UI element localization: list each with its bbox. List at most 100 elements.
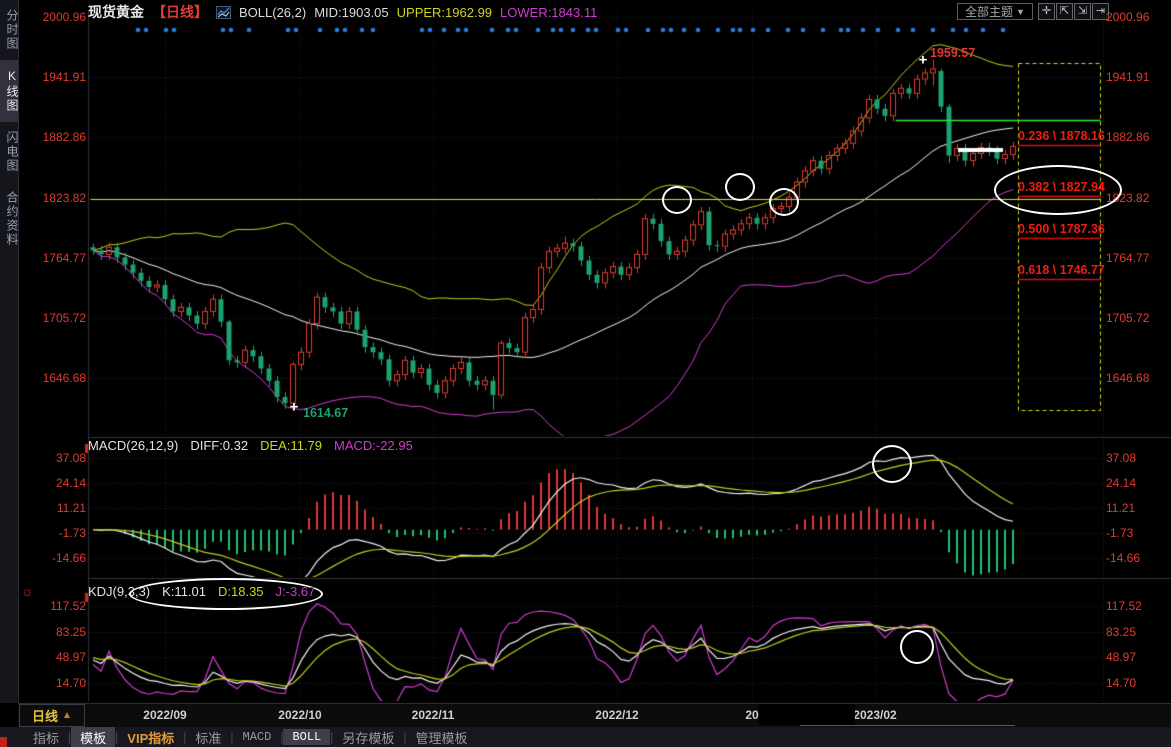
kdj-axis-label-right: 117.52 [1106,599,1162,613]
kdj-header: KDJ(9,3,3) K:11.01 D:18.35 J:-3.67 [88,584,315,599]
bottom-tab-1[interactable]: 指标 [24,727,68,747]
price-axis-label-left: 1823.82 [30,191,86,205]
kdj-axis-label-left: 83.25 [30,625,86,639]
corner-red-mark [0,737,7,747]
low-price-label: 1614.67 [303,406,348,420]
trading-app-window: { "window": {"theme_dropdown": "全部主题", "… [0,0,1171,747]
chart-header: 现货黄金 【日线】 BOLL(26,2) MID:1903.05 UPPER:1… [88,3,597,21]
compress-left-icon: ⇱ [1060,5,1069,17]
compress-right-button[interactable]: ⇲ [1074,3,1091,20]
macd-dea-value: DEA:11.79 [260,438,322,453]
low-marker-cross: + [290,399,299,416]
bottom-tab-4[interactable]: 标准 [186,727,230,747]
page-right-icon: ⇥ [1096,5,1105,17]
kdj-axis-label-left: 14.70 [30,676,86,690]
annotation-circle-5 [900,630,934,664]
axis-black-patch [759,704,855,725]
bottom-tab-2[interactable]: 模板 [71,727,115,747]
macd-label: MACD(26,12,9) [88,438,178,453]
macd-axis-label-left: 24.14 [30,476,86,490]
period-label: 【日线】 [152,2,208,22]
axis-underline [800,725,1015,726]
kdj-axis-label-right: 83.25 [1106,625,1162,639]
period-selector-label: 日线 [32,706,58,725]
symbol-name: 现货黄金 [88,2,144,22]
alert-sun-icon: ☼ [21,584,34,598]
kdj-axis-label-left: 48.97 [30,650,86,664]
period-up-arrow-icon: ▲ [62,710,72,721]
crosshair-tool-button[interactable]: ✛ [1038,3,1055,20]
kdj-axis-label-left: 117.52 [30,599,86,613]
price-axis-label-right: 2000.96 [1106,10,1162,24]
theme-dropdown[interactable]: 全部主题 ▼ [957,3,1033,20]
boll-upper-value: UPPER:1962.99 [397,5,492,20]
annotation-circle-3 [769,188,799,216]
kdj-axis-label-right: 48.97 [1106,650,1162,664]
chevron-down-icon: ▼ [1016,7,1025,17]
macd-axis-label-left: -1.73 [30,526,86,540]
period-selector[interactable]: 日线 ▲ [19,704,85,727]
kdj-axis-label-right: 14.70 [1106,676,1162,690]
x-axis-label: 2022/11 [412,708,455,722]
high-price-label: 1959.57 [930,46,975,60]
compress-right-icon: ⇲ [1078,5,1087,17]
price-axis-label-right: 1764.77 [1106,251,1162,265]
bottom-tab-5[interactable]: MACD [234,729,281,745]
price-axis-label-right: 1705.72 [1106,311,1162,325]
sidebar-item-1[interactable]: 分时图 [0,0,18,60]
annotation-circle-1 [662,186,692,214]
sidebar-item-4[interactable]: 合约资料 [0,182,18,256]
x-axis-label: 2022/12 [595,708,638,722]
price-axis-label-right: 1646.68 [1106,371,1162,385]
price-axis-label-left: 1705.72 [30,311,86,325]
kdj-d-value: D:18.35 [218,584,264,599]
macd-axis-label-left: 37.08 [30,451,86,465]
kdj-j-value: J:-3.67 [276,584,316,599]
price-axis-label-left: 1882.86 [30,130,86,144]
boll-mid-value: MID:1903.05 [314,5,388,20]
macd-axis-label-right: 37.08 [1106,451,1162,465]
macd-axis-label-right: 11.21 [1106,501,1162,515]
price-axis-label-left: 1764.77 [30,251,86,265]
annotation-circle-7 [994,165,1122,215]
sidebar-item-3[interactable]: 闪电图 [0,122,18,182]
annotation-circle-2 [725,173,755,201]
bottom-tab-6[interactable]: BOLL [283,729,330,745]
price-axis-label-right: 1882.86 [1106,130,1162,144]
fib-level-label-0.618: 0.618 \ 1746.77 [1018,263,1105,277]
annotation-circle-4 [872,445,912,483]
macd-diff-value: DIFF:0.32 [190,438,248,453]
sidebar: 分时图K线图闪电图合约资料 [0,0,19,703]
x-axis-label: 2022/10 [278,708,321,722]
macd-axis-label-right: -14.66 [1106,551,1162,565]
macd-axis-label-left: 11.21 [30,501,86,515]
bottom-tab-7[interactable]: 另存模板 [333,727,403,747]
x-axis-label: 2022/09 [143,708,186,722]
x-axis-label: 2023/02 [853,708,896,722]
high-marker-cross: + [919,52,928,69]
x-axis-label: 20 [745,708,758,722]
price-axis-label-right: 1941.91 [1106,70,1162,84]
bottom-tab-8[interactable]: 管理模板 [407,727,477,747]
price-axis-label-left: 1646.68 [30,371,86,385]
kdj-k-value: K:11.01 [162,584,206,599]
sidebar-item-2[interactable]: K线图 [0,60,18,122]
bottom-tab-3[interactable]: VIP指标 [118,727,183,747]
crosshair-icon: ✛ [1042,5,1051,17]
boll-indicator-label: BOLL(26,2) [239,5,306,20]
kdj-label: KDJ(9,3,3) [88,584,150,599]
macd-header: MACD(26,12,9) DIFF:0.32 DEA:11.79 MACD:-… [88,438,413,453]
chart-canvas[interactable] [0,0,1171,747]
bottom-toolbar: 指标|模板|VIP指标|标准|MACD|BOLL|另存模板|管理模板 [0,727,1171,747]
theme-dropdown-label: 全部主题 [965,3,1013,20]
macd-axis-label-right: -1.73 [1106,526,1162,540]
price-axis-label-left: 1941.91 [30,70,86,84]
macd-macd-value: MACD:-22.95 [334,438,413,453]
boll-lower-value: LOWER:1843.11 [500,5,597,20]
price-axis-label-left: 2000.96 [30,10,86,24]
fib-level-label-0.236: 0.236 \ 1878.16 [1018,129,1105,143]
fib-level-label-0.500: 0.500 \ 1787.36 [1018,222,1105,236]
compress-left-button[interactable]: ⇱ [1056,3,1073,20]
indicator-chart-icon [216,6,231,19]
macd-axis-label-right: 24.14 [1106,476,1162,490]
